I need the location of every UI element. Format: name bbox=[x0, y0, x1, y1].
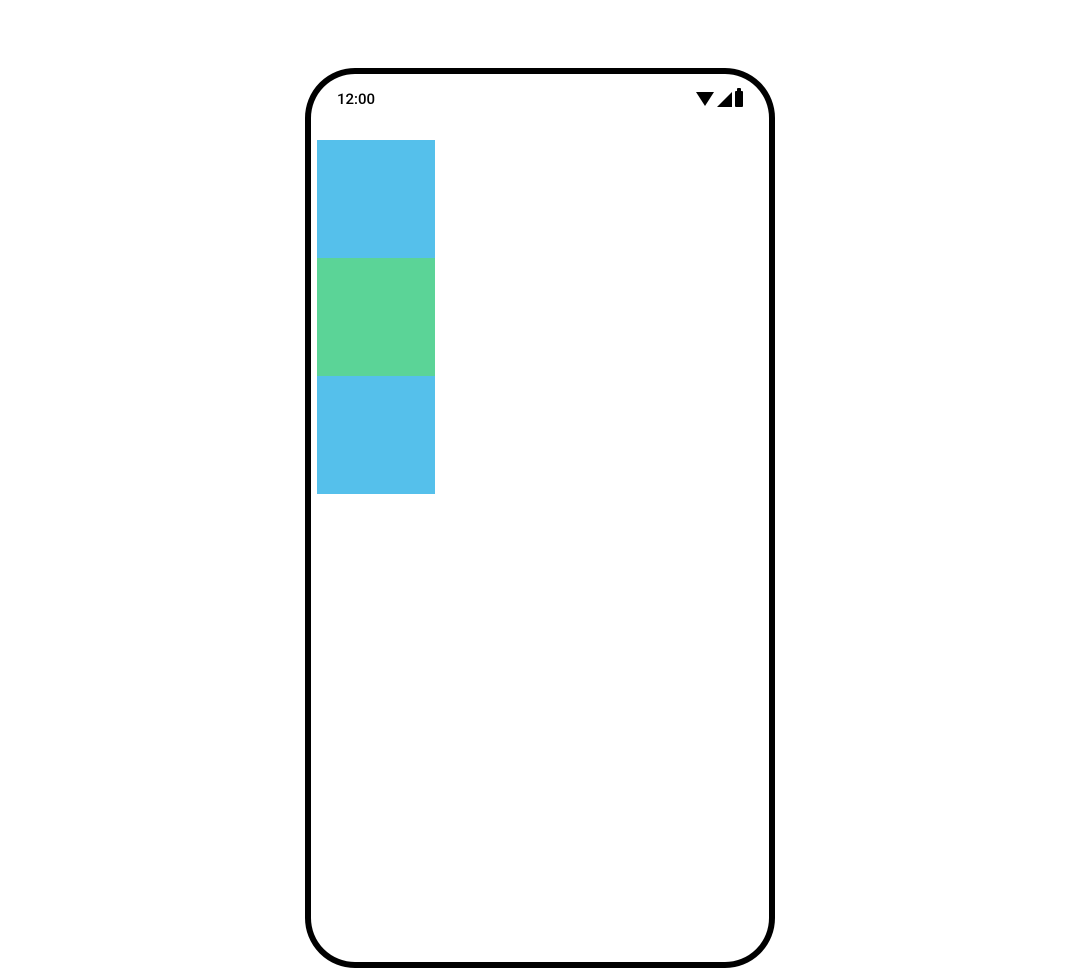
status-icons bbox=[696, 91, 743, 107]
status-time: 12:00 bbox=[337, 90, 375, 108]
signal-icon bbox=[717, 92, 732, 107]
wifi-icon bbox=[696, 92, 714, 106]
phone-frame: 12:00 bbox=[305, 68, 775, 968]
block-middle bbox=[317, 258, 435, 376]
battery-icon bbox=[735, 91, 743, 107]
content-area bbox=[311, 116, 769, 494]
color-stack bbox=[317, 140, 435, 494]
status-bar: 12:00 bbox=[311, 74, 769, 116]
block-bottom bbox=[317, 376, 435, 494]
block-top bbox=[317, 140, 435, 258]
